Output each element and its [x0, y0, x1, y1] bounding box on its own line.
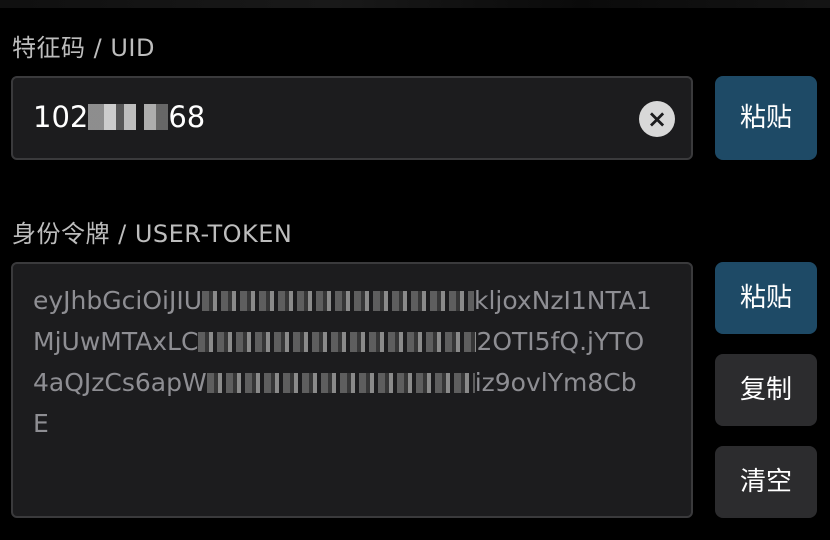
token-line1-start: eyJhbGciOiJIU: [33, 286, 202, 315]
token-line3-start: 4aQJzCs6apW: [33, 368, 207, 397]
token-line2-start: MjUwMTAxLC: [33, 327, 199, 356]
token-paste-button[interactable]: 粘贴: [715, 262, 817, 334]
token-clear-button[interactable]: 清空: [715, 446, 817, 518]
token-textarea[interactable]: eyJhbGciOiJIU kljoxNzI1NTA1 MjUwMTAxLC 2OT…: [11, 262, 693, 518]
uid-value-prefix: 102: [33, 100, 89, 134]
redacted-mosaic: [88, 104, 169, 130]
clear-icon[interactable]: ×: [639, 101, 675, 137]
token-line1-end: kljoxNzI1NTA1: [474, 286, 652, 315]
redacted-mosaic: [198, 332, 477, 352]
redacted-mosaic: [206, 373, 475, 393]
token-line3-end: iz9ovlYm8Cb: [474, 368, 637, 397]
uid-value-suffix: 68: [168, 100, 206, 134]
redacted-mosaic: [202, 291, 474, 311]
uid-paste-button[interactable]: 粘贴: [715, 76, 817, 160]
token-copy-button[interactable]: 复制: [715, 354, 817, 426]
token-label: 身份令牌 / USER-TOKEN: [12, 220, 293, 248]
uid-label: 特征码 / UID: [12, 34, 155, 62]
top-decoration: [0, 0, 830, 8]
token-value: eyJhbGciOiJIU kljoxNzI1NTA1 MjUwMTAxLC 2OT…: [33, 280, 681, 444]
token-line4: E: [33, 409, 49, 438]
uid-value: 102 68: [33, 100, 205, 134]
token-line2-end: 2OTI5fQ.jYTO: [476, 327, 645, 356]
uid-input[interactable]: 102 68 ×: [11, 76, 693, 160]
